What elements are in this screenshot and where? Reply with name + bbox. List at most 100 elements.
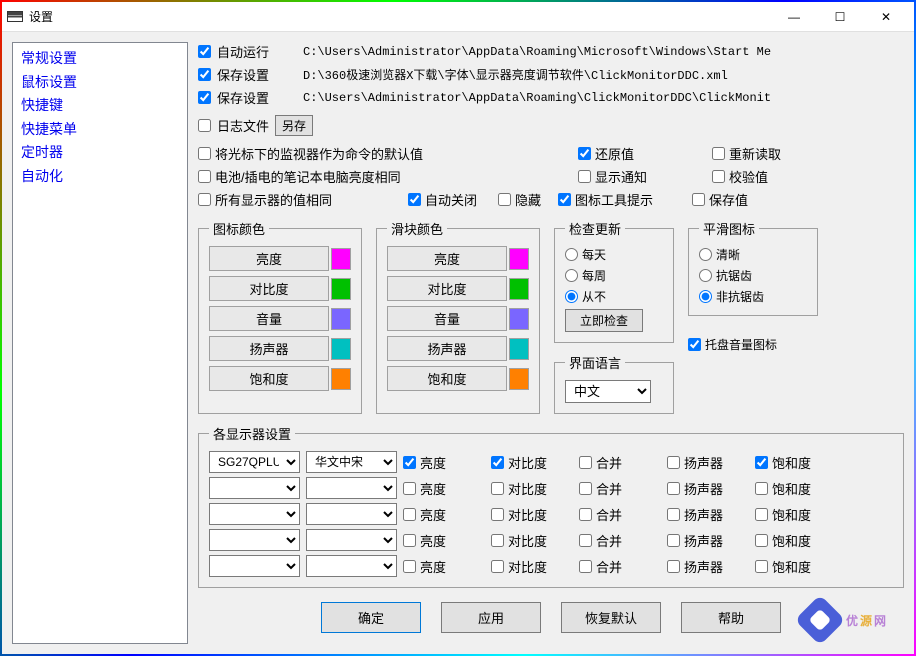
check-now-button[interactable]: 立即检查	[565, 309, 643, 332]
sidebar-item-3[interactable]: 快捷菜单	[15, 118, 185, 142]
slider-color-label-3: 扬声器	[387, 336, 507, 361]
slider-color-swatch-1[interactable]	[509, 278, 529, 300]
option-label-1-1: 显示通知	[595, 167, 647, 186]
sidebar-item-1[interactable]: 鼠标设置	[15, 71, 185, 95]
option-check-1-0[interactable]	[198, 170, 211, 183]
monitor-check-3-2[interactable]	[579, 534, 592, 547]
monitor-font-select-3[interactable]	[306, 529, 397, 551]
sidebar-item-5[interactable]: 自动化	[15, 165, 185, 189]
smooth-radio-1[interactable]	[699, 269, 712, 282]
help-button[interactable]: 帮助	[681, 602, 781, 633]
monitor-check-2-3[interactable]	[667, 508, 680, 521]
top-check-2[interactable]	[198, 91, 211, 104]
monitor-check-2-2[interactable]	[579, 508, 592, 521]
monitor-check-4-4[interactable]	[755, 560, 768, 573]
icon-color-label-0: 亮度	[209, 246, 329, 271]
monitor-check-0-1[interactable]	[491, 456, 504, 469]
slider-color-swatch-2[interactable]	[509, 308, 529, 330]
update-radio-1[interactable]	[565, 269, 578, 282]
monitor-name-select-4[interactable]	[209, 555, 300, 577]
monitor-font-select-4[interactable]	[306, 555, 397, 577]
monitor-check-1-1[interactable]	[491, 482, 504, 495]
path-text-2: C:\Users\Administrator\AppData\Roaming\C…	[303, 91, 771, 105]
language-select[interactable]: 中文	[565, 380, 651, 403]
ok-button[interactable]: 确定	[321, 602, 421, 633]
option-check-1-2[interactable]	[712, 170, 725, 183]
smooth-icons-legend: 平滑图标	[699, 219, 759, 238]
monitor-font-select-0[interactable]: 华文中宋	[306, 451, 397, 473]
option-check-2-4[interactable]	[692, 193, 705, 206]
option-check-2-3[interactable]	[558, 193, 571, 206]
monitor-check-4-3[interactable]	[667, 560, 680, 573]
slider-color-swatch-4[interactable]	[509, 368, 529, 390]
icon-color-swatch-3[interactable]	[331, 338, 351, 360]
monitor-font-select-2[interactable]	[306, 503, 397, 525]
option-check-2-1[interactable]	[408, 193, 421, 206]
smooth-radio-2[interactable]	[699, 290, 712, 303]
monitor-name-select-3[interactable]	[209, 529, 300, 551]
monitor-check-3-1[interactable]	[491, 534, 504, 547]
monitor-check-3-0[interactable]	[403, 534, 416, 547]
sidebar-item-0[interactable]: 常规设置	[15, 47, 185, 71]
icon-color-swatch-4[interactable]	[331, 368, 351, 390]
monitor-check-0-2[interactable]	[579, 456, 592, 469]
close-button[interactable]: ✕	[863, 3, 909, 31]
monitor-check-1-4[interactable]	[755, 482, 768, 495]
monitor-check-0-3[interactable]	[667, 456, 680, 469]
icon-color-label-3: 扬声器	[209, 336, 329, 361]
top-check-0[interactable]	[198, 45, 211, 58]
monitor-check-2-1[interactable]	[491, 508, 504, 521]
monitor-check-1-2[interactable]	[579, 482, 592, 495]
tray-volume-checkbox[interactable]	[688, 338, 701, 351]
monitor-check-1-0[interactable]	[403, 482, 416, 495]
monitor-check-3-4[interactable]	[755, 534, 768, 547]
monitor-check-0-0[interactable]	[403, 456, 416, 469]
log-file-label: 日志文件	[217, 116, 269, 135]
monitor-name-select-2[interactable]	[209, 503, 300, 525]
app-icon	[7, 11, 23, 22]
watermark: 优源网	[802, 602, 888, 638]
option-check-0-1[interactable]	[578, 147, 591, 160]
update-radio-2[interactable]	[565, 290, 578, 303]
monitor-check-2-0[interactable]	[403, 508, 416, 521]
monitor-check-4-1[interactable]	[491, 560, 504, 573]
option-check-2-0[interactable]	[198, 193, 211, 206]
monitor-check-2-4[interactable]	[755, 508, 768, 521]
sidebar-item-4[interactable]: 定时器	[15, 141, 185, 165]
option-label-0-2: 重新读取	[729, 144, 781, 163]
monitor-font-select-1[interactable]	[306, 477, 397, 499]
icon-color-swatch-2[interactable]	[331, 308, 351, 330]
monitor-check-4-2[interactable]	[579, 560, 592, 573]
tray-volume-label: 托盘音量图标	[705, 336, 777, 353]
monitor-check-4-0[interactable]	[403, 560, 416, 573]
option-check-0-2[interactable]	[712, 147, 725, 160]
slider-color-swatch-3[interactable]	[509, 338, 529, 360]
monitor-name-select-0[interactable]: SG27QPLUS	[209, 451, 300, 473]
minimize-button[interactable]: —	[771, 3, 817, 31]
top-check-label-0: 自动运行	[217, 42, 297, 61]
option-check-1-1[interactable]	[578, 170, 591, 183]
log-file-checkbox[interactable]	[198, 119, 211, 132]
log-file-save-button[interactable]: 另存	[275, 115, 313, 136]
smooth-radio-0[interactable]	[699, 248, 712, 261]
sidebar-item-2[interactable]: 快捷键	[15, 94, 185, 118]
option-check-0-0[interactable]	[198, 147, 211, 160]
update-radio-0[interactable]	[565, 248, 578, 261]
maximize-button[interactable]: ☐	[817, 3, 863, 31]
settings-window: 设置 — ☐ ✕ 常规设置鼠标设置快捷键快捷菜单定时器自动化 自动运行 C:\U…	[2, 2, 914, 654]
monitor-check-0-4[interactable]	[755, 456, 768, 469]
icon-color-swatch-1[interactable]	[331, 278, 351, 300]
monitors-fieldset: 各显示器设置 SG27QPLUS 华文中宋亮度对比度合并扬声器饱和度 亮度对比度…	[198, 424, 904, 588]
monitor-name-select-1[interactable]	[209, 477, 300, 499]
monitor-check-1-3[interactable]	[667, 482, 680, 495]
restore-defaults-button[interactable]: 恢复默认	[561, 602, 661, 633]
apply-button[interactable]: 应用	[441, 602, 541, 633]
language-fieldset: 界面语言 中文	[554, 353, 674, 414]
option-check-2-2[interactable]	[498, 193, 511, 206]
top-check-1[interactable]	[198, 68, 211, 81]
window-title: 设置	[29, 8, 771, 25]
slider-color-swatch-0[interactable]	[509, 248, 529, 270]
monitor-check-3-3[interactable]	[667, 534, 680, 547]
path-text-1: D:\360极速浏览器X下载\字体\显示器亮度调节软件\ClickMonitor…	[303, 66, 728, 83]
icon-color-swatch-0[interactable]	[331, 248, 351, 270]
